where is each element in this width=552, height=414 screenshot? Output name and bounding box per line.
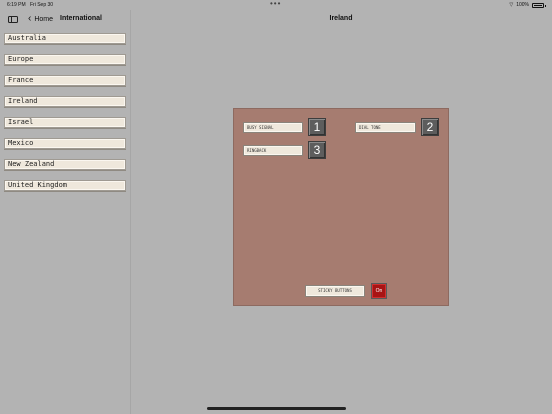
battery-percent: 100% bbox=[516, 2, 529, 8]
sidebar-title: International bbox=[60, 15, 103, 22]
list-item-mexico[interactable]: Mexico bbox=[4, 138, 126, 149]
back-button[interactable]: ‹ Home bbox=[28, 14, 53, 24]
sidebar-toggle-icon[interactable] bbox=[8, 16, 18, 23]
wifi-icon: ▽ bbox=[509, 2, 514, 8]
status-time: 6:19 PM bbox=[7, 2, 26, 8]
battery-icon bbox=[532, 2, 546, 8]
key-badge-3: 3 bbox=[308, 141, 326, 159]
list-item-united-kingdom[interactable]: United Kingdom bbox=[4, 180, 126, 191]
status-right: ▽ 100% bbox=[509, 2, 546, 8]
status-bar: 6:19 PM Fri Sep 30 ••• ▽ 100% bbox=[0, 0, 552, 10]
ringback-button[interactable]: RINGBACK bbox=[243, 145, 303, 156]
key-badge-1: 1 bbox=[308, 118, 326, 136]
list-item-europe[interactable]: Europe bbox=[4, 54, 126, 65]
page-title: Ireland bbox=[329, 15, 353, 22]
tone-panel: BUSY SIGNAL 1 DIAL TONE 2 RINGBACK 3 STI… bbox=[233, 108, 449, 306]
sticky-buttons-button[interactable]: STICKY BUTTONS bbox=[305, 285, 365, 297]
list-item-australia[interactable]: Australia bbox=[4, 33, 126, 44]
sidebar: ‹ Home International Australia Europe Fr… bbox=[0, 10, 131, 414]
status-date: Fri Sep 30 bbox=[30, 2, 54, 8]
list-item-israel[interactable]: Israel bbox=[4, 117, 126, 128]
dial-tone-button[interactable]: DIAL TONE bbox=[355, 122, 416, 133]
key-badge-2: 2 bbox=[421, 118, 439, 136]
list-item-france[interactable]: France bbox=[4, 75, 126, 86]
busy-signal-button[interactable]: BUSY SIGNAL bbox=[243, 122, 303, 133]
list-item-ireland[interactable]: Ireland bbox=[4, 96, 126, 107]
back-button-label: Home bbox=[34, 15, 54, 23]
home-indicator[interactable] bbox=[207, 407, 346, 410]
country-list: Australia Europe France Ireland Israel M… bbox=[4, 33, 126, 201]
list-item-new-zealand[interactable]: New Zealand bbox=[4, 159, 126, 170]
multitasking-dots[interactable]: ••• bbox=[270, 0, 281, 8]
chevron-left-icon: ‹ bbox=[28, 13, 32, 24]
sticky-toggle[interactable]: On bbox=[371, 283, 387, 299]
